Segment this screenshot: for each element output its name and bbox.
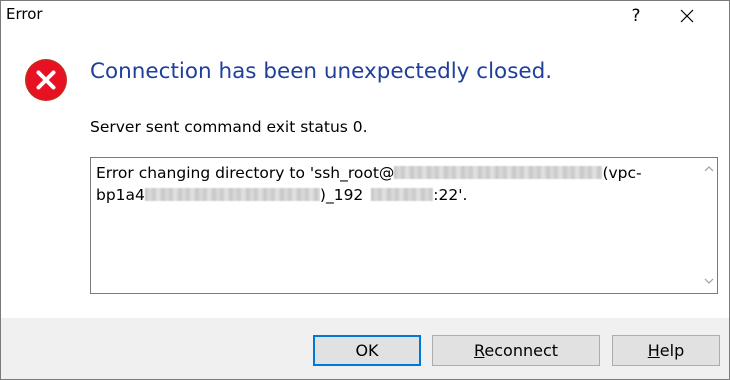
error-text-part: (vpc-	[602, 164, 642, 182]
error-line-2: bp1a4 )_192 :22'.	[96, 184, 686, 206]
error-details-textbox[interactable]: Error changing directory to 'ssh_root@ (v…	[90, 157, 718, 294]
error-details-text: Error changing directory to 'ssh_root@ (v…	[96, 162, 686, 206]
reconnect-button[interactable]: Reconnect	[432, 335, 600, 366]
help-label: elp	[659, 341, 685, 360]
redacted-hostname	[394, 166, 603, 179]
dialog-body: Connection has been unexpectedly closed.…	[1, 31, 729, 318]
close-icon	[680, 9, 694, 23]
ok-button[interactable]: OK	[313, 335, 421, 366]
close-button[interactable]	[665, 1, 709, 31]
chevron-up-icon	[704, 166, 713, 172]
redacted-ip	[371, 188, 434, 201]
status-message: Server sent command exit status 0.	[90, 118, 368, 136]
button-bar: OK Reconnect Help	[1, 318, 729, 379]
main-instruction: Connection has been unexpectedly closed.	[90, 59, 553, 84]
redacted-instance-id	[144, 188, 320, 201]
help-mnemonic: H	[647, 341, 660, 360]
error-text-part: :22'.	[433, 186, 468, 204]
error-dialog: Error ? Connection has been unexpectedly…	[0, 0, 730, 380]
reconnect-mnemonic: R	[473, 341, 485, 360]
error-text-part: )_192	[319, 186, 364, 204]
error-icon	[25, 59, 67, 101]
error-text-part: Error changing directory to 'ssh_root@	[96, 164, 395, 182]
scroll-down-button[interactable]	[700, 273, 717, 290]
scroll-up-button[interactable]	[700, 161, 717, 178]
window-title: Error	[6, 5, 43, 23]
error-line-1: Error changing directory to 'ssh_root@ (v…	[96, 162, 686, 184]
reconnect-label: econnect	[484, 341, 559, 360]
chevron-down-icon	[704, 278, 713, 284]
help-button[interactable]: Help	[612, 335, 720, 366]
error-text-part: bp1a4	[96, 186, 145, 204]
vertical-scrollbar[interactable]	[700, 158, 717, 293]
help-title-button[interactable]: ?	[621, 1, 651, 31]
title-bar: Error ?	[1, 1, 729, 31]
